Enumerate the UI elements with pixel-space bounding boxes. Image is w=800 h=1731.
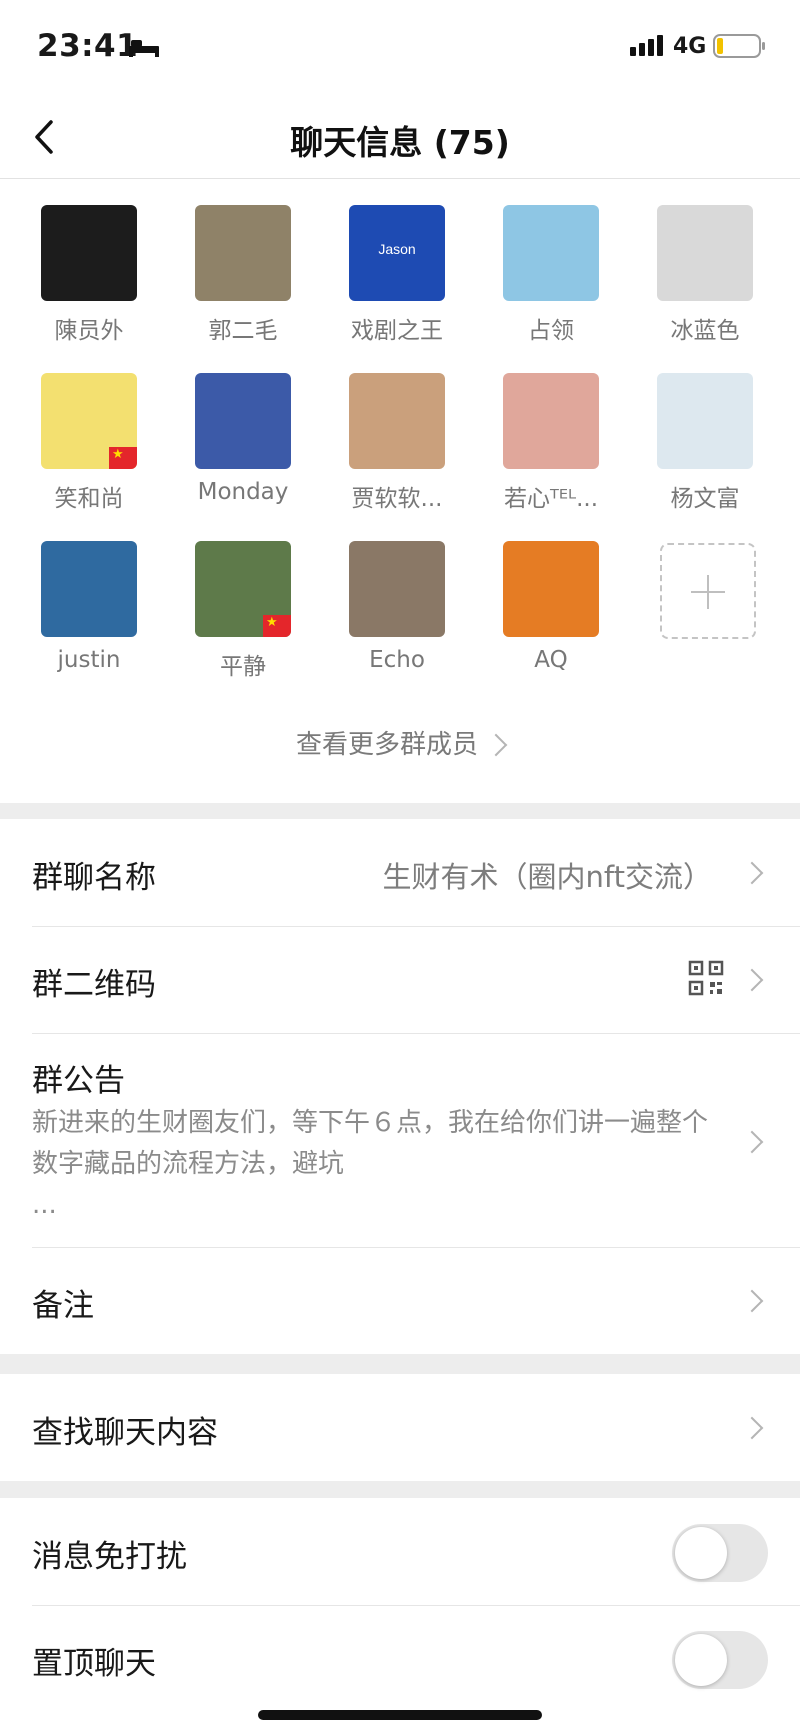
- member-grid: 陳员外 郭二毛 Jason 戏剧之王 占领 冰蓝色笑和尚 Monday 贾软软... 若心ᵀᴱᴸ…: [0, 179, 800, 803]
- remark-label: 备注: [32, 1288, 94, 1324]
- member-name: 戏剧之王: [351, 318, 443, 344]
- man-portrait-avatar: [657, 373, 753, 469]
- member-item[interactable]: justin: [20, 541, 150, 696]
- avatar-text: Jason: [378, 241, 416, 257]
- search-section: 查找聊天内容: [0, 1374, 800, 1481]
- flag-badge-icon: [263, 615, 291, 637]
- mute-notifications-row: 消息免打扰: [0, 1498, 800, 1605]
- member-name: 若心ᵀᴱᴸ...: [504, 486, 598, 512]
- toggle-knob: [675, 1634, 727, 1686]
- chevron-right-icon: [740, 1289, 764, 1313]
- toggle-knob: [675, 1527, 727, 1579]
- home-indicator: [258, 1710, 542, 1720]
- remark-row[interactable]: 备注: [0, 1247, 800, 1354]
- chevron-right-icon: [740, 1416, 764, 1440]
- member-item[interactable]: 笑和尚: [20, 373, 150, 528]
- girl-selfie-avatar: [503, 373, 599, 469]
- group-notice-ellipsis: ...: [32, 1190, 57, 1220]
- member-item[interactable]: 占领: [482, 205, 612, 360]
- mute-notifications-toggle[interactable]: [672, 1524, 768, 1582]
- member-name: 平静: [220, 654, 266, 680]
- member-name: justin: [57, 647, 121, 673]
- flower-tree-avatar: [195, 541, 291, 637]
- member-item[interactable]: Monday: [174, 373, 304, 528]
- member-item[interactable]: 若心ᵀᴱᴸ...: [482, 373, 612, 528]
- member-item[interactable]: Jason 戏剧之王: [328, 205, 458, 360]
- network-type: 4G: [673, 34, 707, 59]
- group-settings-section: 群聊名称 生财有术（圈内nft交流） 群二维码 群公告 新进来的生财圈友们，等下…: [0, 819, 800, 1354]
- child-photo-avatar: [349, 373, 445, 469]
- toggle-section: 消息免打扰 置顶聊天: [0, 1498, 800, 1731]
- stadium-avatar: [41, 541, 137, 637]
- eu-flag-avatar: Jason: [349, 205, 445, 301]
- cartoon-character-avatar: [657, 205, 753, 301]
- member-item[interactable]: 陳员外: [20, 205, 150, 360]
- group-notice-row[interactable]: 群公告 新进来的生财圈友们，等下午６点，我在给你们讲一遍整个数字藏品的流程方法，…: [0, 1033, 800, 1247]
- sky-clouds-avatar: [503, 205, 599, 301]
- member-item[interactable]: 杨文富: [636, 373, 766, 528]
- view-more-members-link[interactable]: 查看更多群成员: [0, 724, 800, 761]
- member-name: 杨文富: [670, 486, 740, 512]
- member-name: AQ: [534, 647, 568, 673]
- qr-code-icon: [688, 960, 724, 996]
- member-item[interactable]: 冰蓝色: [636, 205, 766, 360]
- pin-chat-row: 置顶聊天: [0, 1605, 800, 1712]
- page-title: 聊天信息 (75): [290, 123, 510, 162]
- add-member-button[interactable]: [660, 543, 756, 639]
- mute-notifications-label: 消息免打扰: [32, 1539, 187, 1575]
- pin-chat-toggle[interactable]: [672, 1631, 768, 1689]
- group-name-value: 生财有术（圈内nft交流）: [382, 860, 712, 894]
- chevron-right-icon: [740, 861, 764, 885]
- person-photo-avatar: [41, 205, 137, 301]
- buddha-cartoon-avatar: [41, 373, 137, 469]
- alien-sign-avatar: [195, 205, 291, 301]
- status-time: 23:41: [37, 28, 139, 64]
- member-name: 贾软软...: [351, 486, 443, 512]
- chevron-right-icon: [740, 1130, 764, 1154]
- robot-toy-avatar: [195, 373, 291, 469]
- status-bar: 23:41 4G: [0, 0, 800, 96]
- pin-chat-label: 置顶聊天: [32, 1646, 156, 1682]
- group-qr-code-label: 群二维码: [32, 967, 156, 1003]
- group-notice-content: 新进来的生财圈友们，等下午６点，我在给你们讲一遍整个数字藏品的流程方法，避坑: [32, 1108, 709, 1179]
- member-item[interactable]: 平静: [174, 541, 304, 696]
- group-notice-label: 群公告: [32, 1063, 125, 1099]
- member-name: Echo: [369, 647, 425, 673]
- member-name: 陳员外: [54, 318, 124, 344]
- member-name: 占领: [528, 318, 574, 344]
- group-name-label: 群聊名称: [32, 860, 156, 896]
- group-notice-text: 新进来的生财圈友们，等下午６点，我在给你们讲一遍整个数字藏品的流程方法，避坑 .…: [32, 1103, 712, 1226]
- member-item[interactable]: 贾软软...: [328, 373, 458, 528]
- member-name: 冰蓝色: [670, 318, 740, 344]
- chevron-right-icon: [740, 968, 764, 992]
- battery-icon: [713, 34, 765, 58]
- chevron-right-icon: [484, 733, 508, 757]
- member-item[interactable]: 郭二毛: [174, 205, 304, 360]
- wolf-suit-avatar: [503, 541, 599, 637]
- flag-badge-icon: [109, 447, 137, 469]
- search-chat-row[interactable]: 查找聊天内容: [0, 1374, 800, 1481]
- member-item[interactable]: Echo: [328, 541, 458, 696]
- bed-icon: [129, 40, 159, 57]
- search-chat-label: 查找聊天内容: [32, 1415, 218, 1451]
- view-more-members-label: 查看更多群成员: [295, 730, 478, 760]
- group-qr-code-row[interactable]: 群二维码: [0, 926, 800, 1033]
- member-name: 笑和尚: [54, 486, 124, 512]
- member-name: Monday: [197, 479, 289, 505]
- group-name-row[interactable]: 群聊名称 生财有术（圈内nft交流）: [0, 819, 800, 926]
- signal-strength-icon: [630, 35, 663, 56]
- member-item[interactable]: AQ: [482, 541, 612, 696]
- navigation-bar: 聊天信息 (75): [0, 96, 800, 179]
- young-man-avatar: [349, 541, 445, 637]
- member-name: 郭二毛: [208, 318, 278, 344]
